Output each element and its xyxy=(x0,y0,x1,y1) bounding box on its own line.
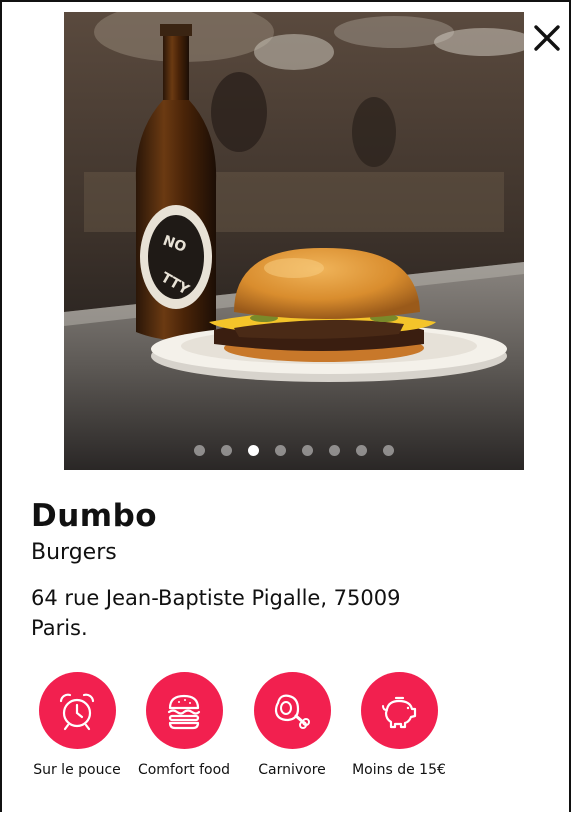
carousel-dot[interactable] xyxy=(302,445,313,456)
tag-circle[interactable] xyxy=(38,672,116,749)
burger-icon xyxy=(167,694,201,729)
carousel-dot[interactable] xyxy=(383,445,394,456)
tag-label: Carnivore xyxy=(258,762,326,778)
tag-carnivore[interactable]: Carnivore xyxy=(232,672,352,778)
tag-circle[interactable] xyxy=(360,672,438,749)
close-icon xyxy=(534,25,560,51)
carousel-dot-active[interactable] xyxy=(248,445,259,456)
tag-sur-le-pouce[interactable]: Sur le pouce xyxy=(17,672,137,778)
tag-circle[interactable] xyxy=(145,672,223,749)
tag-circle[interactable] xyxy=(253,672,331,749)
restaurant-address: 64 rue Jean-Baptiste Pigalle, 75009 Pari… xyxy=(31,586,401,640)
carousel-dot[interactable] xyxy=(356,445,367,456)
carousel-dot[interactable] xyxy=(194,445,205,456)
piggy-bank-icon xyxy=(382,696,417,728)
tag-comfort-food[interactable]: Comfort food xyxy=(124,672,244,778)
tag-label: Sur le pouce xyxy=(33,762,121,778)
restaurant-photo[interactable]: NO TTY xyxy=(64,12,524,470)
tag-label: Comfort food xyxy=(137,762,231,778)
tag-moins-de-15[interactable]: Moins de 15€ xyxy=(339,672,459,778)
carousel-dots xyxy=(64,445,524,456)
burger-photo: NO TTY xyxy=(64,12,524,470)
carousel-dot[interactable] xyxy=(221,445,232,456)
carousel-dot[interactable] xyxy=(329,445,340,456)
tag-label: Moins de 15€ xyxy=(352,762,446,778)
restaurant-name: Dumbo xyxy=(31,498,158,534)
meat-ham-icon xyxy=(274,694,310,729)
close-button[interactable] xyxy=(527,18,567,58)
alarm-clock-icon xyxy=(59,693,95,730)
restaurant-category: Burgers xyxy=(31,540,117,565)
carousel-dot[interactable] xyxy=(275,445,286,456)
